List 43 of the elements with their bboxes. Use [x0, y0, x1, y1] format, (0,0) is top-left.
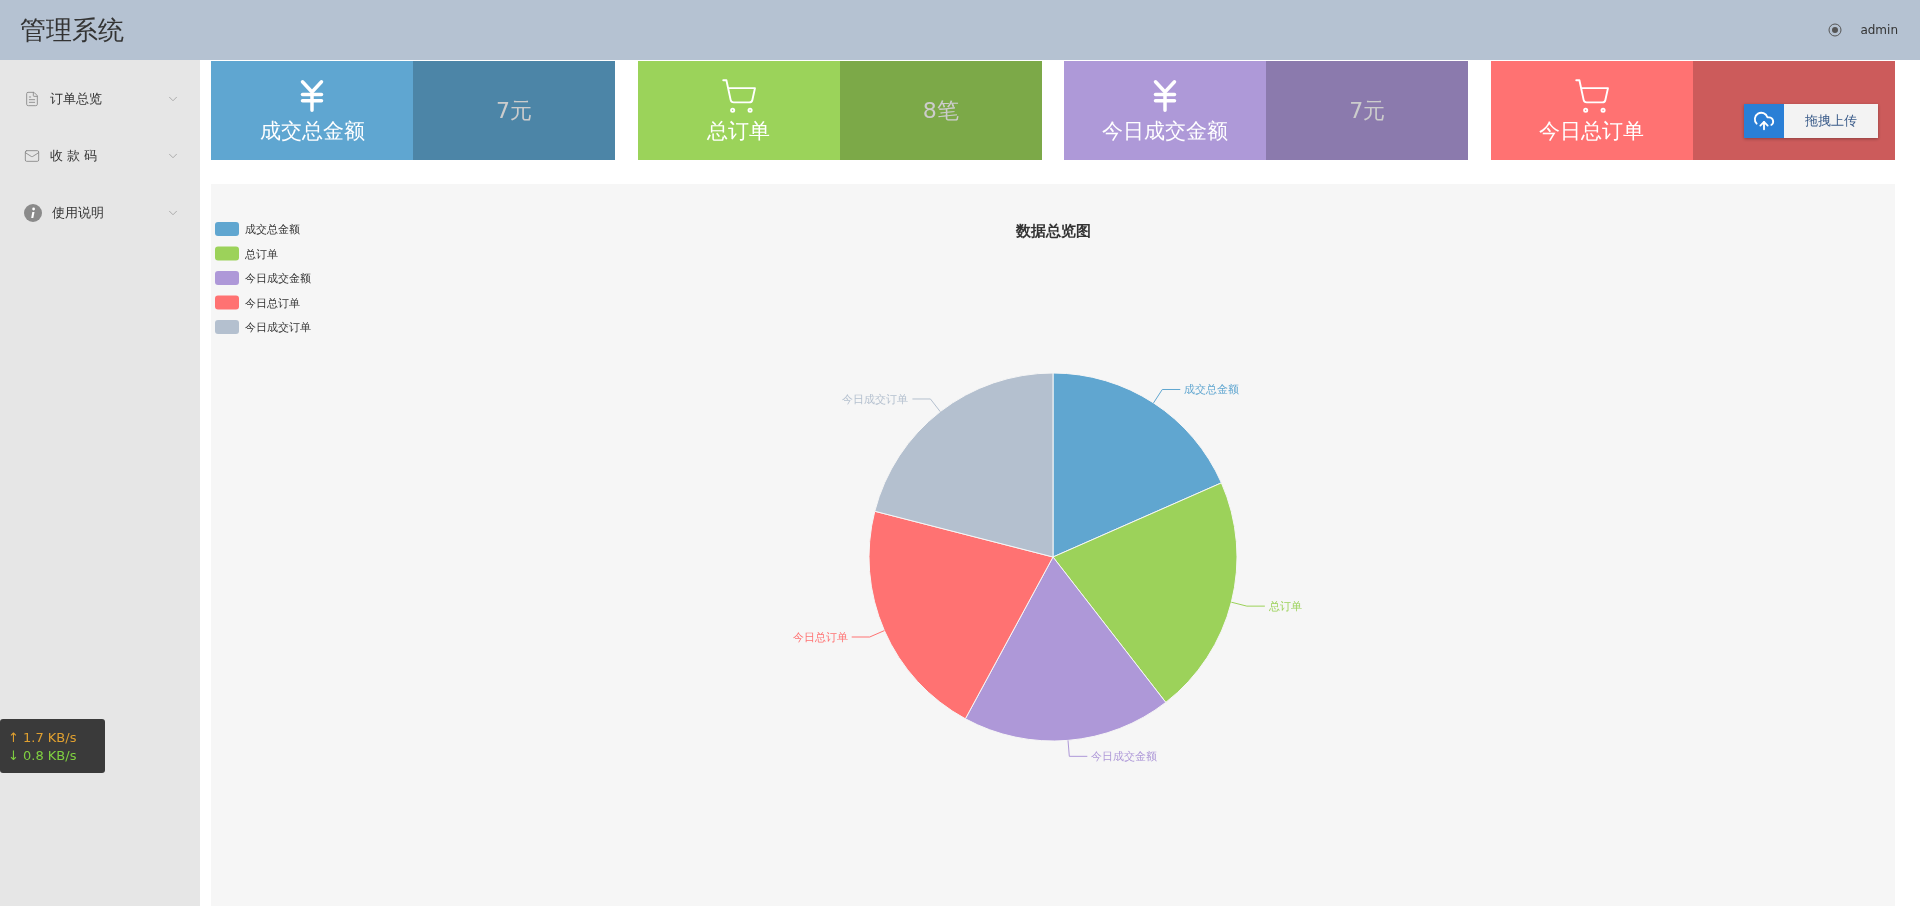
stat-value: 7元: [496, 96, 532, 125]
legend-label: 今日成交订单: [245, 321, 311, 334]
upload-button[interactable]: 拖拽上传: [1784, 104, 1878, 138]
slice-label: 总订单: [1267, 600, 1302, 614]
stat-value: 7元: [1349, 96, 1386, 125]
legend-item[interactable]: 今日总订单: [215, 295, 300, 310]
cart-icon: [1572, 76, 1611, 115]
mail-icon: [24, 147, 40, 164]
legend-item[interactable]: 今日成交金额: [215, 271, 311, 285]
info-icon: [24, 203, 42, 222]
upload-speed: ↑ 1.7 KB/s: [8, 729, 78, 745]
stat-value: 8笔: [922, 96, 959, 125]
legend-label: 成交总金额: [245, 223, 300, 236]
download-speed: ↓ 0.8 KB/s: [8, 747, 78, 763]
sidebar-item[interactable]: 订单总览: [0, 70, 200, 127]
sidebar-item[interactable]: 收 款 码: [0, 127, 200, 184]
cloud-upload-icon[interactable]: [1744, 104, 1784, 138]
legend-label: 今日总订单: [245, 296, 300, 310]
stat-label: 今日成交金额: [1102, 117, 1229, 145]
stat-label: 总订单: [707, 117, 771, 145]
slice-label: 总订单: [1230, 600, 1302, 614]
slice-label: 今日成交订单: [842, 392, 941, 413]
legend-label: 今日成交金额: [245, 272, 311, 285]
sidebar-item[interactable]: 使用说明: [0, 184, 200, 241]
legend-item[interactable]: 今日成交订单: [215, 320, 311, 334]
slice-label: 成交总金额: [1153, 383, 1240, 404]
legend-item[interactable]: 成交总金额: [215, 222, 300, 236]
stat-label: 今日总订单: [1539, 117, 1645, 145]
slice-label: 今日总订单: [792, 630, 885, 644]
cart-icon: [719, 76, 758, 115]
slice-label: 今日成交金额: [1067, 739, 1158, 764]
document-icon: [24, 90, 40, 107]
stat-label: 成交总金额: [259, 117, 365, 145]
legend-item[interactable]: 总订单: [215, 246, 278, 261]
slice-label: 今日总订单: [792, 631, 848, 645]
user-status-icon: [1828, 23, 1843, 37]
app-title: 管理系统: [20, 13, 125, 47]
chart-title: 数据总览图: [1015, 222, 1091, 240]
legend-label: 总订单: [244, 247, 278, 261]
slice-label: 今日成交金额: [1091, 750, 1158, 764]
slice-label: 今日成交订单: [842, 392, 909, 406]
user-name[interactable]: admin: [1860, 23, 1898, 37]
slice-label: 成交总金额: [1184, 383, 1240, 397]
